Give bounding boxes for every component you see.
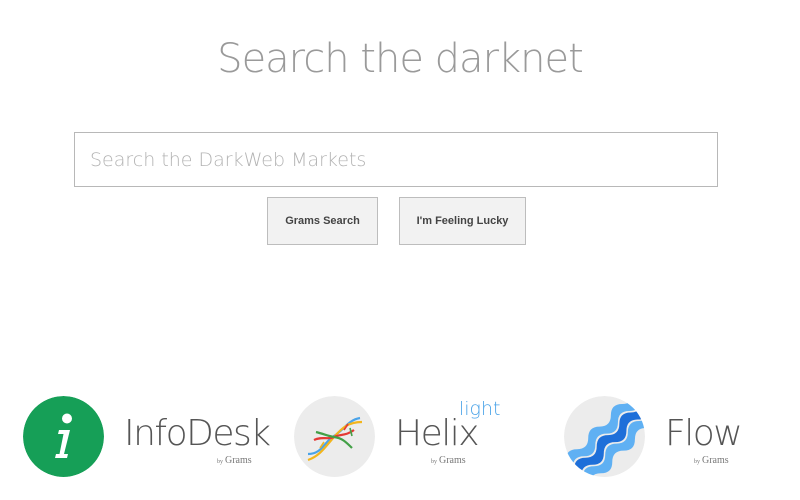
app-byline: by Grams bbox=[217, 455, 252, 466]
app-byline-brand: Grams bbox=[702, 455, 729, 466]
app-byline-by: by bbox=[431, 459, 437, 465]
page: Search the darknet Grams Search I'm Feel… bbox=[0, 0, 800, 500]
feeling-lucky-button[interactable]: I'm Feeling Lucky bbox=[399, 197, 526, 245]
info-icon bbox=[23, 396, 104, 477]
app-link-flow[interactable]: Flow by Grams bbox=[564, 395, 754, 477]
app-byline-by: by bbox=[694, 459, 700, 465]
app-name: Flow bbox=[665, 413, 743, 454]
app-name: InfoDesk bbox=[124, 413, 271, 454]
app-byline: by Grams bbox=[431, 455, 466, 466]
app-link-helix[interactable]: Helix light by Grams bbox=[294, 395, 504, 477]
app-link-infodesk[interactable]: InfoDesk by Grams bbox=[23, 395, 271, 477]
helix-icon bbox=[294, 396, 375, 477]
app-tag-light: light bbox=[459, 398, 501, 420]
search-input[interactable] bbox=[74, 132, 718, 187]
app-byline-by: by bbox=[217, 459, 223, 465]
flow-icon bbox=[564, 396, 645, 477]
page-title: Search the darknet bbox=[217, 36, 584, 82]
grams-search-button[interactable]: Grams Search bbox=[267, 197, 378, 245]
app-byline-brand: Grams bbox=[225, 455, 252, 466]
app-byline: by Grams bbox=[694, 455, 729, 466]
app-byline-brand: Grams bbox=[439, 455, 466, 466]
